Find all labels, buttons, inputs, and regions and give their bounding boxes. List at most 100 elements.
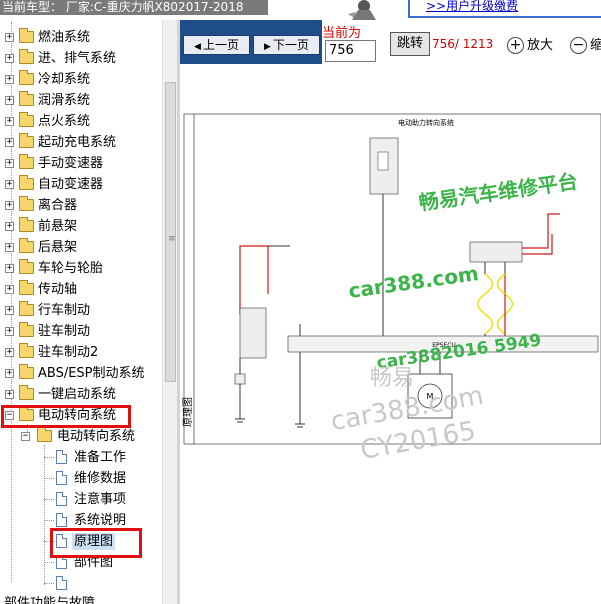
tree-item-label: 驻车制动 — [38, 324, 91, 339]
power-module — [239, 307, 267, 359]
highlight-box-schematic — [50, 528, 142, 558]
tree-doc-precautions[interactable]: 注意事项 — [0, 490, 160, 511]
tree-item-label: 准备工作 — [74, 450, 127, 465]
tree-item-parking-brake[interactable]: + 驻车制动 — [0, 322, 160, 343]
tree-item-driveshaft[interactable]: + 传动轴 — [0, 280, 160, 301]
page-controls: 当前为 756 跳转 756/ 1213 + 放大 − 缩 — [322, 20, 601, 64]
tree-item-label: 驻车制动2 — [38, 345, 99, 360]
folder-open-icon — [37, 427, 52, 442]
tree-item-manual-transmission[interactable]: + 手动变速器 — [0, 154, 160, 175]
prev-page-button[interactable]: ◀ 上一页 — [183, 35, 250, 55]
tree-item-abs-esp[interactable]: + ABS/ESP制动系统 — [0, 364, 160, 385]
expand-icon[interactable]: + — [5, 327, 14, 336]
folder-icon — [19, 343, 34, 358]
zoom-out-icon: − — [570, 37, 587, 54]
tree-item-wheels-tires[interactable]: + 车轮与轮胎 — [0, 259, 160, 280]
tree-item-starting-charging[interactable]: + 起动充电系统 — [0, 133, 160, 154]
tree-item-label: 起动充电系统 — [38, 135, 117, 150]
collapse-icon[interactable]: − — [21, 432, 30, 441]
tree-item-label: 系统说明 — [74, 513, 127, 528]
tree-item-intake-exhaust[interactable]: + 进、排气系统 — [0, 49, 160, 70]
page-count: 756/ 1213 — [432, 37, 494, 51]
tree-subitem-electric-steering[interactable]: − 电动转向系统 — [0, 427, 160, 448]
expand-icon[interactable]: + — [5, 201, 14, 210]
tree-item-fuel[interactable]: + 燃油系统 — [0, 28, 160, 49]
tree-item-label: 自动变速器 — [38, 177, 104, 192]
arrow-left-icon: ◀ — [194, 42, 201, 52]
expand-icon[interactable]: + — [5, 117, 14, 126]
folder-icon — [19, 385, 34, 400]
folder-icon — [19, 196, 34, 211]
zoom-out-button[interactable]: − 缩 — [570, 34, 601, 54]
jump-button[interactable]: 跳转 — [390, 32, 430, 56]
next-page-label: 下一页 — [272, 38, 309, 52]
tree-item-ignition[interactable]: + 点火系统 — [0, 112, 160, 133]
expand-icon[interactable]: + — [5, 369, 14, 378]
expand-icon[interactable]: + — [5, 222, 14, 231]
tree-item-front-suspension[interactable]: + 前悬架 — [0, 217, 160, 238]
document-viewer: ◀ 上一页 ▶ 下一页 当前为 756 跳转 756/ 1213 + 放大 − 缩 电动… — [180, 20, 601, 604]
current-page-label: 当前为 — [322, 26, 362, 41]
zoom-in-button[interactable]: + 放大 — [507, 34, 553, 54]
expand-icon[interactable]: + — [5, 285, 14, 294]
zoom-in-label: 放大 — [527, 38, 554, 53]
expand-icon[interactable]: + — [5, 96, 14, 105]
expand-icon[interactable]: + — [5, 348, 14, 357]
tree-item-label: 行车制动 — [38, 303, 91, 318]
expand-icon[interactable]: + — [5, 75, 14, 84]
tree-item-rear-suspension[interactable]: + 后悬架 — [0, 238, 160, 259]
tree-item-service-brake[interactable]: + 行车制动 — [0, 301, 160, 322]
folder-icon — [19, 364, 34, 379]
tree-doc-unnamed[interactable] — [0, 574, 160, 595]
expand-icon[interactable]: + — [5, 306, 14, 315]
tree-item-label: 冷却系统 — [38, 72, 91, 87]
folder-icon — [19, 28, 34, 43]
torque-sensor-connector — [469, 241, 523, 263]
top-bar: 当前车型： 厂家:C-重庆力帆X802017-2018 >>用户升级缴费 — [0, 0, 601, 20]
expand-icon[interactable]: + — [5, 243, 14, 252]
document-icon — [56, 513, 67, 527]
tree-item-label: 前悬架 — [38, 219, 78, 234]
tree-item-parking-brake-2[interactable]: + 驻车制动2 — [0, 343, 160, 364]
tree-scrollbar[interactable]: ≡ — [162, 20, 177, 604]
tree-item-label: 一键启动系统 — [38, 387, 117, 402]
tree-item-label: 传动轴 — [38, 282, 78, 297]
folder-icon — [19, 91, 34, 106]
tree-item-cooling[interactable]: + 冷却系统 — [0, 70, 160, 91]
tree-item-clutch[interactable]: + 离合器 — [0, 196, 160, 217]
expand-icon[interactable]: + — [5, 390, 14, 399]
tree-item-one-key-start[interactable]: + 一键启动系统 — [0, 385, 160, 406]
folder-icon — [19, 175, 34, 190]
page-number-input[interactable]: 756 — [325, 40, 376, 62]
tree-item-component-function[interactable]: 部件功能与故障 — [0, 594, 160, 604]
folder-icon — [19, 154, 34, 169]
category-tree: + 燃油系统 + 进、排气系统 + 冷却系统 + 润滑系统 + 点火系统 + 起… — [0, 22, 162, 604]
expand-icon[interactable]: + — [5, 138, 14, 147]
expand-icon[interactable]: + — [5, 159, 14, 168]
tree-item-label: 点火系统 — [38, 114, 91, 129]
mascot-logo-icon — [330, 0, 398, 20]
tree-item-label: 手动变速器 — [38, 156, 104, 171]
document-icon — [56, 492, 67, 506]
expand-icon[interactable]: + — [5, 180, 14, 189]
tree-item-label: 离合器 — [38, 198, 78, 213]
document-icon — [56, 576, 67, 590]
folder-icon — [19, 238, 34, 253]
arrow-right-icon: ▶ — [264, 42, 271, 52]
next-page-button[interactable]: ▶ 下一页 — [253, 35, 320, 55]
document-icon — [56, 450, 67, 464]
expand-icon[interactable]: + — [5, 264, 14, 273]
tree-scroll-thumb[interactable] — [165, 82, 176, 382]
tree-item-automatic-transmission[interactable]: + 自动变速器 — [0, 175, 160, 196]
expand-icon[interactable]: + — [5, 33, 14, 42]
tree-item-lubrication[interactable]: + 润滑系统 — [0, 91, 160, 112]
tree-doc-prep[interactable]: 准备工作 — [0, 448, 160, 469]
prev-page-label: 上一页 — [202, 38, 239, 52]
expand-icon[interactable]: + — [5, 54, 14, 63]
tree-item-label: 部件功能与故障 — [4, 596, 96, 604]
folder-icon — [19, 70, 34, 85]
viewer-toolbar: ◀ 上一页 ▶ 下一页 当前为 756 跳转 756/ 1213 + 放大 − 缩 — [180, 20, 601, 64]
tree-doc-service-data[interactable]: 维修数据 — [0, 469, 160, 490]
upgrade-link[interactable]: >>用户升级缴费 — [408, 0, 601, 18]
tree-item-label: 后悬架 — [38, 240, 78, 255]
